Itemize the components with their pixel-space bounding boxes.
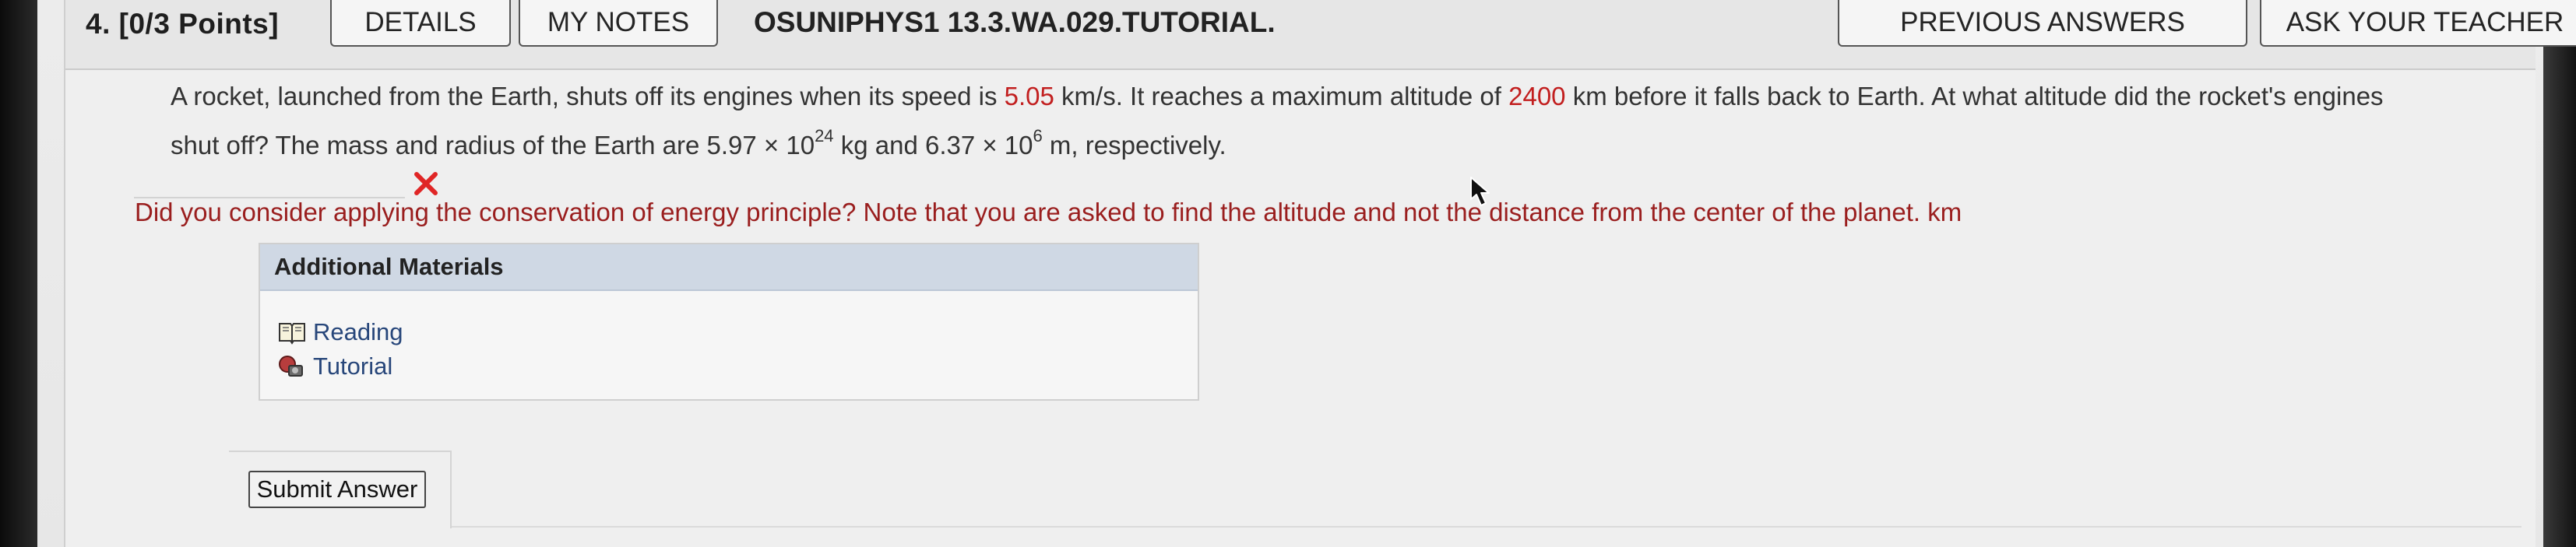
reading-link[interactable]: Reading xyxy=(277,316,403,349)
question-text-part: km/s. It reaches a maximum altitude of xyxy=(1054,82,1509,110)
question-text-line-2: shut off? The mass and radius of the Ear… xyxy=(171,121,1226,170)
ask-your-teacher-button[interactable]: ASK YOUR TEACHER xyxy=(2260,0,2576,47)
question-card: 4. [0/3 Points] DETAILS MY NOTES OSUNIPH… xyxy=(64,0,2576,547)
problem-id: OSUNIPHYS1 13.3.WA.029.TUTORIAL. xyxy=(754,6,1276,38)
tutorial-icon xyxy=(279,356,303,377)
question-text-part: kg and 6.37 × 10 xyxy=(833,131,1033,160)
answer-feedback: Did you consider applying the conservati… xyxy=(135,198,1962,226)
question-text-part: shut off? The mass and radius of the Ear… xyxy=(171,131,815,160)
tutorial-label: Tutorial xyxy=(313,352,393,380)
mouse-pointer-icon xyxy=(1470,177,1490,206)
previous-answers-button[interactable]: PREVIOUS ANSWERS xyxy=(1838,0,2247,47)
submit-answer-button[interactable]: Submit Answer xyxy=(248,471,426,508)
mass-exponent: 24 xyxy=(815,126,834,146)
altitude-value: 2400 xyxy=(1508,82,1566,110)
speed-value: 5.05 xyxy=(1004,82,1054,110)
tutorial-link[interactable]: Tutorial xyxy=(277,350,392,383)
question-text-line-1: A rocket, launched from the Earth, shuts… xyxy=(171,72,2384,121)
question-header: 4. [0/3 Points] DETAILS MY NOTES OSUNIPH… xyxy=(65,0,2576,70)
screen: 4. [0/3 Points] DETAILS MY NOTES OSUNIPH… xyxy=(0,0,2576,547)
content-separator xyxy=(229,526,2521,528)
question-text-part: A rocket, launched from the Earth, shuts… xyxy=(171,82,1005,110)
question-text-part: km before it falls back to Earth. At wha… xyxy=(1565,82,2384,110)
my-notes-button[interactable]: MY NOTES xyxy=(519,0,718,47)
details-button[interactable]: DETAILS xyxy=(330,0,511,47)
question-text-part: m, respectively. xyxy=(1042,131,1226,160)
book-icon xyxy=(279,323,305,345)
reading-label: Reading xyxy=(313,318,403,345)
question-points: 4. [0/3 Points] xyxy=(86,8,280,40)
additional-materials-box: Additional Materials Reading Tutorial xyxy=(259,243,1199,401)
radius-exponent: 6 xyxy=(1033,126,1043,146)
right-screen-edge xyxy=(2543,0,2576,547)
left-screen-edge xyxy=(0,0,37,547)
additional-materials-title: Additional Materials xyxy=(260,244,1198,291)
